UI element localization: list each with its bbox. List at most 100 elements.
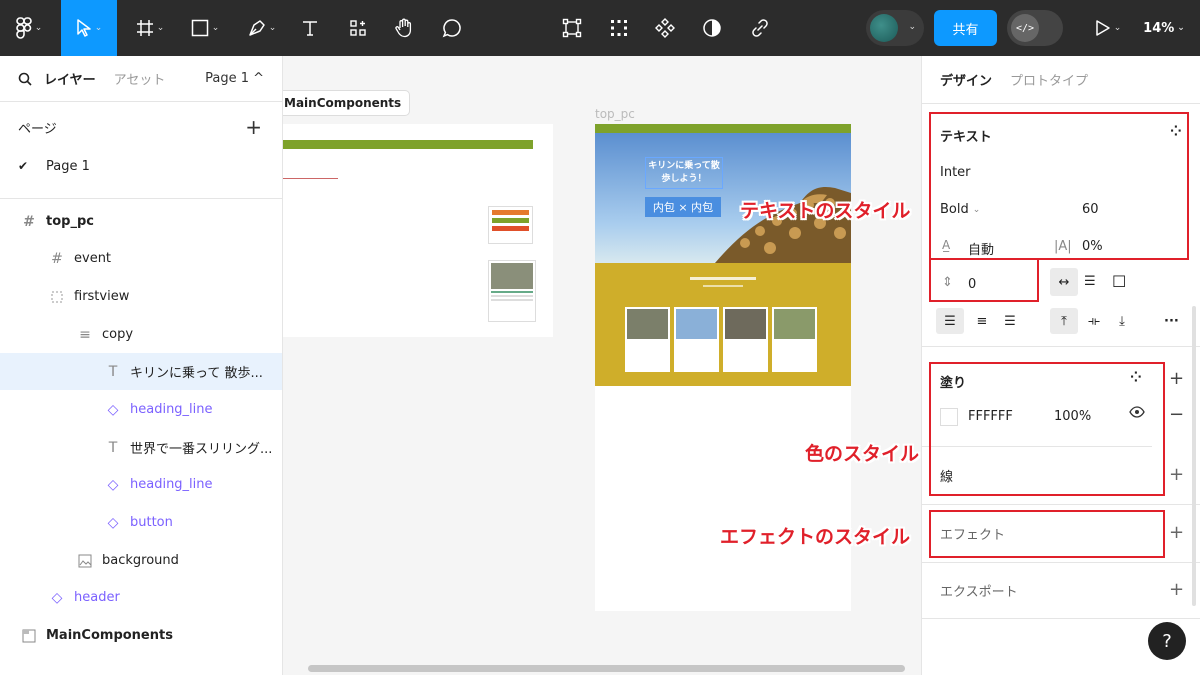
main-menu-button[interactable]: ⌄ xyxy=(8,0,50,56)
divider xyxy=(922,504,1200,505)
effect-style-annotation: エフェクトのスタイル xyxy=(720,526,911,548)
auto-height-icon[interactable]: ☰ xyxy=(1084,274,1096,289)
add-effect-button[interactable]: + xyxy=(1169,522,1184,543)
layer-heading-line[interactable]: ◇ heading_line xyxy=(0,391,282,428)
frame-icon: # xyxy=(51,250,63,267)
auto-layout-button[interactable] xyxy=(605,0,633,56)
export-section-title: エクスポート xyxy=(940,585,1018,600)
comment-icon xyxy=(442,19,461,38)
frame-selection-button[interactable] xyxy=(558,0,586,56)
layer-maincomponents[interactable]: MainComponents xyxy=(0,617,282,654)
shape-tool-button[interactable]: ⌄ xyxy=(183,0,227,56)
layer-label: header xyxy=(74,590,120,605)
layer-heading-line-2[interactable]: ◇ heading_line xyxy=(0,466,282,503)
instance-icon: ◇ xyxy=(107,476,119,493)
tab-prototype[interactable]: プロトタイプ xyxy=(1010,70,1088,89)
link-button[interactable] xyxy=(746,0,774,56)
add-stroke-button[interactable]: + xyxy=(1169,464,1184,485)
align-center-icon[interactable]: ≡ xyxy=(968,308,996,334)
align-right-icon[interactable]: ☰ xyxy=(996,308,1024,334)
text-icon xyxy=(303,21,317,36)
event-card xyxy=(772,307,817,372)
align-left-icon[interactable]: ☰ xyxy=(936,308,964,334)
help-button[interactable]: ? xyxy=(1148,622,1186,660)
buttons-preview xyxy=(488,206,533,244)
toolbar: ⌄ ⌄ ⌄ ⌄ ⌄ ⌄ 共有 </> ⌄ 14% ⌄ xyxy=(0,0,1200,56)
resources-button[interactable] xyxy=(344,0,372,56)
canvas[interactable]: MainComponents top_pc キリンに乗って散歩しよう！ 内包 ×… xyxy=(283,56,921,675)
frame-name-label[interactable]: top_pc xyxy=(595,107,635,121)
layer-button[interactable]: ◇ button xyxy=(0,504,282,541)
auto-layout-icon: ≡ xyxy=(79,326,91,343)
maincomponents-frame[interactable] xyxy=(283,124,553,337)
auto-width-icon[interactable]: ↔ xyxy=(1050,268,1078,296)
comment-tool-button[interactable] xyxy=(438,0,466,56)
page-item[interactable]: ✔ Page 1 xyxy=(0,152,282,180)
layer-top-pc[interactable]: # top_pc xyxy=(0,203,282,240)
layer-header[interactable]: ◇ header xyxy=(0,579,282,616)
layer-text-kirin[interactable]: T キリンに乗って 散歩... xyxy=(0,353,282,390)
figma-logo-icon xyxy=(15,17,32,39)
zoom-menu[interactable]: 14% ⌄ xyxy=(1138,0,1190,56)
maincomponents-section-label[interactable]: MainComponents xyxy=(283,90,411,116)
properties-panel: デザイン プロトタイプ テキスト ⁘ Inter Bold ⌄ 60 A̲ 自動 … xyxy=(921,56,1200,675)
tab-design[interactable]: デザイン xyxy=(940,70,992,89)
layer-label: event xyxy=(74,251,112,266)
grid-dots-icon xyxy=(611,20,627,36)
share-button[interactable]: 共有 xyxy=(934,10,997,46)
component-button[interactable] xyxy=(651,0,679,56)
layer-label: firstview xyxy=(74,289,130,304)
heading-line-preview xyxy=(283,178,338,179)
hero-button: 内包 × 内包 xyxy=(645,197,721,217)
pen-tool-button[interactable]: ⌄ xyxy=(240,0,284,56)
pages-header: ページ + xyxy=(0,102,282,152)
vertical-scrollbar[interactable] xyxy=(1192,306,1196,606)
layer-background[interactable]: background xyxy=(0,542,282,579)
search-icon[interactable] xyxy=(18,72,32,86)
remove-fill-button[interactable]: − xyxy=(1169,404,1184,425)
frame-selection-icon xyxy=(562,18,582,38)
present-button[interactable]: ⌄ xyxy=(1088,0,1128,56)
layer-label: heading_line xyxy=(130,477,213,492)
page-selector[interactable]: Page 1 ^ xyxy=(205,71,264,86)
layer-firstview[interactable]: firstview xyxy=(0,278,282,315)
layer-label: top_pc xyxy=(46,214,94,229)
chevron-down-icon: ⌄ xyxy=(268,23,277,33)
color-style-highlight xyxy=(929,362,1165,496)
hand-tool-button[interactable] xyxy=(390,0,418,56)
user-avatar-menu[interactable]: ⌄ xyxy=(866,10,924,46)
text-style-annotation: テキストのスタイル xyxy=(740,200,911,222)
fixed-size-icon[interactable]: ☐ xyxy=(1112,272,1126,291)
chevron-down-icon: ⌄ xyxy=(1113,23,1122,33)
play-icon xyxy=(1095,20,1110,36)
frame-icon: # xyxy=(23,213,35,230)
add-fill-button[interactable]: + xyxy=(1169,368,1184,389)
add-page-button[interactable]: + xyxy=(245,115,262,139)
horizontal-scrollbar[interactable] xyxy=(308,665,905,672)
event-card xyxy=(723,307,768,372)
align-middle-icon[interactable]: ⟛ xyxy=(1080,308,1108,334)
frame-tool-button[interactable]: ⌄ xyxy=(129,0,171,56)
add-export-button[interactable]: + xyxy=(1169,579,1184,600)
header-component-preview xyxy=(283,140,533,149)
align-top-icon[interactable]: ⤒ xyxy=(1050,308,1078,334)
code-icon: </> xyxy=(1011,14,1039,42)
layer-text-sekai[interactable]: T 世界で一番スリリング... xyxy=(0,429,282,466)
layer-label: キリンに乗って 散歩... xyxy=(130,366,263,381)
mask-button[interactable] xyxy=(698,0,726,56)
contrast-icon xyxy=(703,19,721,37)
tab-layers[interactable]: レイヤー xyxy=(44,69,96,88)
tab-assets[interactable]: アセット xyxy=(114,69,166,88)
more-options-icon[interactable]: ··· xyxy=(1164,308,1179,334)
text-icon: T xyxy=(108,439,118,456)
chevron-down-icon: ⌄ xyxy=(908,22,916,32)
move-tool-button[interactable]: ⌄ xyxy=(61,0,117,56)
card-preview xyxy=(488,260,536,322)
pages-heading: ページ xyxy=(18,121,57,137)
align-bottom-icon[interactable]: ⤓ xyxy=(1108,308,1136,334)
layer-copy[interactable]: ≡ copy xyxy=(0,316,282,353)
layer-event[interactable]: # event xyxy=(0,240,282,277)
text-tool-button[interactable] xyxy=(296,0,324,56)
dev-mode-toggle[interactable]: </> xyxy=(1007,10,1063,46)
group-icon xyxy=(46,291,68,303)
